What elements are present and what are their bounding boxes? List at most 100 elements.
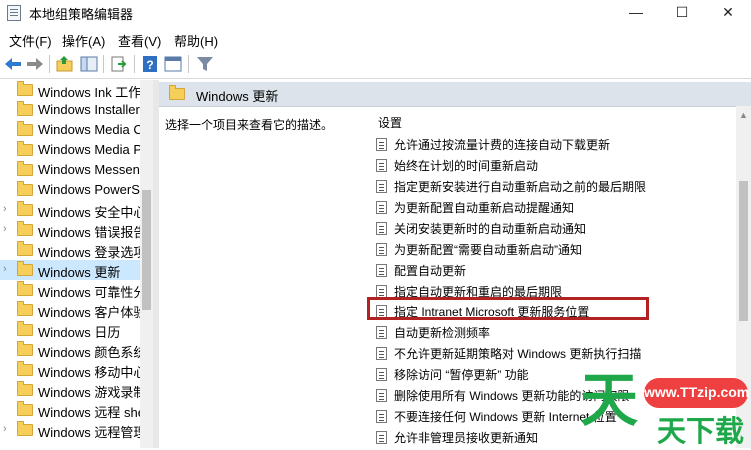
back-arrow-icon[interactable] xyxy=(3,54,23,74)
tree-item[interactable]: › Windows 远程管理 xyxy=(0,420,150,440)
toolbar-separator xyxy=(49,55,50,73)
folder-icon xyxy=(17,141,33,156)
tree-item-selected[interactable]: › Windows 更新 xyxy=(0,260,150,280)
maximize-button[interactable]: ☐ xyxy=(659,0,705,26)
filter-icon[interactable] xyxy=(195,54,215,74)
policy-setting-icon xyxy=(376,201,387,214)
policy-setting-icon xyxy=(376,347,387,360)
folder-icon xyxy=(17,221,33,236)
tree-item[interactable]: Windows 游戏录制 xyxy=(0,380,150,400)
help-icon[interactable]: ? xyxy=(140,54,160,74)
toolbar-separator xyxy=(188,55,189,73)
policy-setting-icon xyxy=(376,222,387,235)
toolbar-separator xyxy=(134,55,135,73)
window-title: 本地组策略编辑器 xyxy=(29,7,134,22)
folder-icon xyxy=(17,381,33,396)
menu-view[interactable]: 查看(V) xyxy=(118,31,161,50)
folder-icon xyxy=(17,81,33,96)
policy-item[interactable]: 始终在计划的时间重新启动 xyxy=(376,155,726,175)
forward-arrow-icon[interactable] xyxy=(25,54,45,74)
settings-column-header[interactable]: 设置 xyxy=(378,114,402,131)
policy-setting-icon xyxy=(376,243,387,256)
policy-item[interactable]: 指定更新安装进行自动重新启动之前的最后期限 xyxy=(376,176,726,196)
app-icon xyxy=(7,5,21,21)
policy-setting-icon xyxy=(376,368,387,381)
properties-icon[interactable] xyxy=(163,54,183,74)
watermark-text: 天下载 xyxy=(657,416,745,448)
tree-item[interactable]: Windows Installer xyxy=(0,100,150,120)
policy-item[interactable]: 配置自动更新 xyxy=(376,260,726,280)
tree-pane: Windows Ink 工作区 Windows Installer Window… xyxy=(0,80,153,448)
tree-scroll-thumb[interactable] xyxy=(142,190,151,310)
folder-icon xyxy=(17,241,33,256)
policy-setting-icon xyxy=(376,264,387,277)
tree-item[interactable]: Windows PowerShell xyxy=(0,180,153,200)
policy-setting-icon xyxy=(376,138,387,151)
close-button[interactable]: ✕ xyxy=(705,0,751,26)
toolbar-separator xyxy=(103,55,104,73)
tree-item[interactable]: Windows Media Player xyxy=(0,140,153,160)
folder-icon xyxy=(169,85,185,100)
details-title: Windows 更新 xyxy=(196,89,279,104)
menu-action[interactable]: 操作(A) xyxy=(62,31,105,50)
svg-text:?: ? xyxy=(146,58,153,72)
folder-icon xyxy=(17,421,33,436)
tree-item[interactable]: Windows 移动中心 xyxy=(0,360,150,380)
policy-setting-icon xyxy=(376,326,387,339)
menu-bar: 文件(F) 操作(A) 查看(V) 帮助(H) xyxy=(0,28,751,50)
policy-item[interactable]: 自动更新检测频率 xyxy=(376,322,726,342)
export-list-icon[interactable] xyxy=(109,54,129,74)
folder-icon xyxy=(17,181,33,196)
tree-item[interactable]: Windows 客户体验 xyxy=(0,300,150,320)
policy-setting-icon xyxy=(376,159,387,172)
expand-arrow-icon[interactable]: › xyxy=(3,203,13,215)
folder-icon xyxy=(17,261,33,276)
folder-icon xyxy=(17,201,33,216)
folder-icon xyxy=(17,121,33,136)
up-folder-icon[interactable] xyxy=(55,54,75,74)
menu-file[interactable]: 文件(F) xyxy=(9,31,52,50)
tree-item[interactable]: › Windows 错误报告 xyxy=(0,220,150,240)
tree-scrollbar[interactable] xyxy=(140,80,153,448)
folder-icon xyxy=(17,161,33,176)
folder-icon xyxy=(17,101,33,116)
policy-item[interactable]: 为更新配置自动重新启动提醒通知 xyxy=(376,197,726,217)
toolbar: ? xyxy=(0,50,751,79)
show-hide-tree-icon[interactable] xyxy=(79,54,99,74)
folder-icon xyxy=(17,401,33,416)
expand-arrow-icon[interactable]: › xyxy=(3,223,13,235)
folder-icon xyxy=(17,321,33,336)
title-bar: 本地组策略编辑器 — ☐ ✕ xyxy=(0,0,751,26)
policy-item[interactable]: 为更新配置“需要自动重新启动”通知 xyxy=(376,239,726,259)
tree-item[interactable]: Windows 颜色系统 xyxy=(0,340,150,360)
policy-item[interactable]: 允许通过按流量计费的连接自动下载更新 xyxy=(376,134,726,154)
policy-item[interactable]: 关闭安装更新时的自动重新启动通知 xyxy=(376,218,726,238)
watermark-badge: www.TTzip.com xyxy=(644,378,749,408)
policy-item[interactable]: 不允许更新延期策略对 Windows 更新执行扫描 xyxy=(376,343,726,363)
tree-item[interactable]: Windows 登录选项 xyxy=(0,240,150,260)
tree-item[interactable]: Windows 日历 xyxy=(0,320,150,340)
description-text: 选择一个项目来查看它的描述。 xyxy=(165,118,334,132)
tree-item[interactable]: Windows Ink 工作区 xyxy=(0,80,153,100)
expand-arrow-icon[interactable]: › xyxy=(3,263,13,275)
policy-setting-icon xyxy=(376,410,387,423)
minimize-button[interactable]: — xyxy=(613,0,659,26)
tree-item[interactable]: Windows 远程 shell xyxy=(0,400,151,420)
tree-item[interactable]: Windows Messenger xyxy=(0,160,153,180)
folder-icon xyxy=(17,301,33,316)
scroll-up-arrow-icon[interactable]: ▲ xyxy=(739,110,748,120)
watermark-logo: 天 xyxy=(580,368,639,433)
policy-setting-icon xyxy=(376,389,387,402)
highlight-box xyxy=(367,297,649,320)
folder-icon xyxy=(17,341,33,356)
details-header: Windows 更新 xyxy=(159,82,751,107)
folder-icon xyxy=(17,281,33,296)
menu-help[interactable]: 帮助(H) xyxy=(174,31,218,50)
tree-item[interactable]: Windows 可靠性分析 xyxy=(0,280,153,300)
folder-icon xyxy=(17,361,33,376)
expand-arrow-icon[interactable]: › xyxy=(3,423,13,435)
policy-setting-icon xyxy=(376,180,387,193)
tree-item[interactable]: Windows Media Center xyxy=(0,120,153,140)
tree-item[interactable]: › Windows 安全中心 xyxy=(0,200,150,220)
settings-scroll-thumb[interactable] xyxy=(739,181,748,321)
